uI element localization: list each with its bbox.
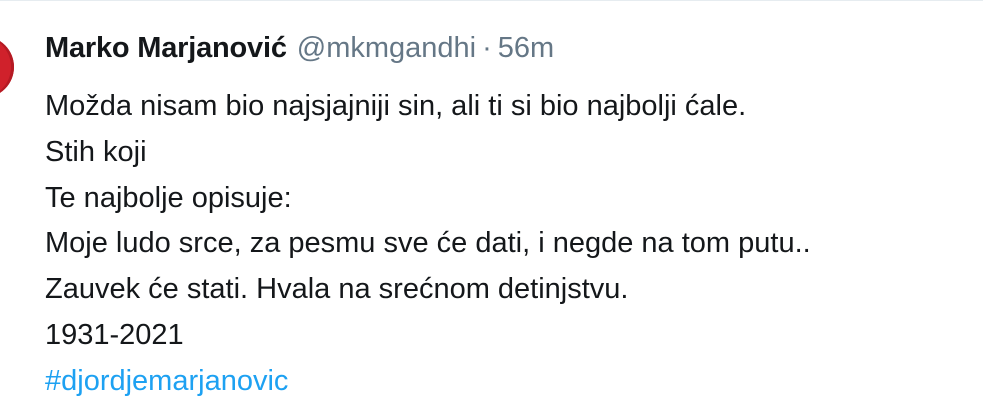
tweet-line: Možda nisam bio najsjajniji sin, ali ti … bbox=[45, 90, 747, 122]
separator-dot: · bbox=[482, 32, 492, 64]
timestamp[interactable]: 56m bbox=[498, 32, 554, 65]
hashtag-link[interactable]: #djordjemarjanovic bbox=[45, 365, 288, 397]
tweet-line: Moje ludo srce, za pesmu sve će dati, i … bbox=[45, 227, 811, 260]
tweet-line: Stih koji bbox=[45, 135, 147, 168]
divider bbox=[0, 0, 983, 1]
tweet-header: Marko Marjanović @mkmgandhi · 56m bbox=[45, 32, 554, 72]
hashtag-line: #djordjemarjanovic bbox=[45, 359, 965, 405]
avatar[interactable] bbox=[0, 36, 14, 98]
tweet-line: 1931-2021 bbox=[45, 318, 184, 351]
tweet-text: Možda nisam bio najsjajniji sin, ali ti … bbox=[45, 84, 965, 405]
display-name[interactable]: Marko Marjanović bbox=[45, 32, 287, 65]
tweet-card[interactable]: Marko Marjanović @mkmgandhi · 56m Možda … bbox=[0, 0, 983, 406]
tweet-line: Zauvek će stati. Hvala na srećnom detinj… bbox=[45, 273, 629, 306]
tweet-line: Te najbolje opisuje: bbox=[45, 181, 292, 214]
user-handle[interactable]: @mkmgandhi bbox=[297, 32, 476, 65]
